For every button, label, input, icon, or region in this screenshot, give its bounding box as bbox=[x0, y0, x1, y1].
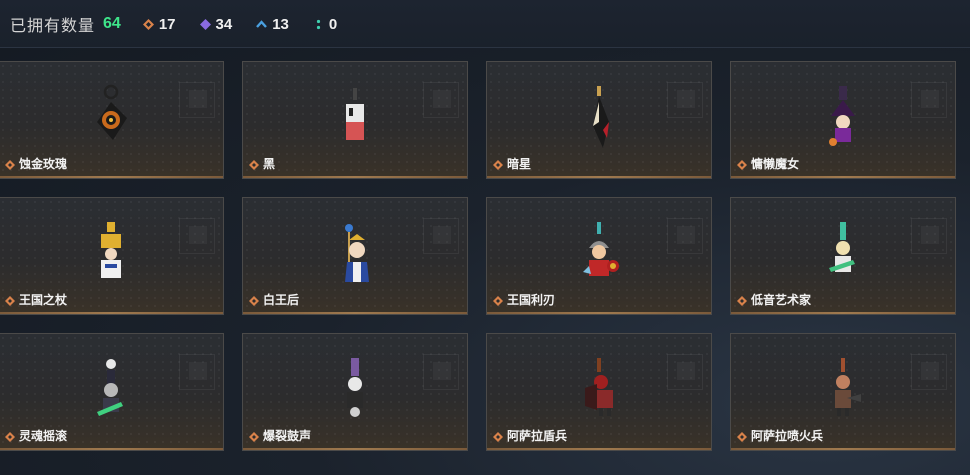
card-decoration bbox=[921, 362, 939, 380]
charm-kingdom-scepter-icon bbox=[101, 222, 121, 278]
stat-orange: 17 bbox=[142, 15, 176, 33]
card-bottom-border bbox=[487, 448, 711, 450]
charm-name: 慵懒魔女 bbox=[751, 157, 800, 171]
stat-teal-value: 0 bbox=[328, 15, 338, 33]
stat-blue-value: 13 bbox=[272, 15, 289, 33]
charm-name: 阿萨拉盾兵 bbox=[507, 429, 568, 443]
stat-blue: 13 bbox=[256, 16, 289, 33]
card-bottom-border bbox=[731, 448, 955, 450]
charm-card[interactable]: 白王后 bbox=[242, 197, 468, 315]
charm-burst-drum-icon bbox=[347, 358, 363, 417]
card-bottom-border bbox=[243, 448, 467, 450]
charm-card[interactable]: 阿萨拉盾兵 bbox=[486, 333, 712, 451]
charm-asara-flamethrower-icon bbox=[835, 358, 861, 416]
charm-black-icon bbox=[346, 88, 364, 140]
charm-card[interactable]: 慵懒魔女 bbox=[730, 61, 956, 179]
inventory-header: 已拥有数量 64 17 34 13 0 bbox=[0, 0, 970, 48]
card-bottom-border bbox=[487, 312, 711, 314]
card-bottom-border bbox=[487, 176, 711, 178]
charm-card[interactable]: 王国利刃 bbox=[486, 197, 712, 315]
card-decoration bbox=[677, 226, 695, 244]
card-bottom-border bbox=[0, 312, 223, 314]
card-decoration bbox=[433, 90, 451, 108]
rarity-icon bbox=[737, 432, 747, 442]
rarity-icon bbox=[5, 160, 15, 170]
card-decoration bbox=[677, 90, 695, 108]
card-decoration bbox=[921, 226, 939, 244]
charm-name: 低音艺术家 bbox=[751, 293, 812, 307]
charm-name: 黑 bbox=[263, 157, 276, 171]
purple-diamond-icon bbox=[199, 18, 211, 30]
charm-card[interactable]: 爆裂鼓声 bbox=[242, 333, 468, 451]
charm-rose-icon bbox=[97, 84, 127, 140]
charm-card[interactable]: 灵魂摇滚 bbox=[0, 333, 224, 451]
rarity-icon bbox=[5, 432, 15, 442]
rarity-icon bbox=[249, 432, 259, 442]
teal-dots-icon bbox=[313, 19, 324, 30]
card-bottom-border bbox=[243, 312, 467, 314]
rarity-icon bbox=[493, 432, 503, 442]
charm-card[interactable]: 低音艺术家 bbox=[730, 197, 956, 315]
charm-bass-artist-icon bbox=[829, 222, 855, 280]
charm-soul-rock-icon bbox=[97, 359, 123, 416]
rarity-icon bbox=[5, 296, 15, 306]
charm-name: 灵魂摇滚 bbox=[19, 429, 68, 443]
stat-purple: 34 bbox=[199, 15, 233, 33]
card-decoration bbox=[189, 226, 207, 244]
card-bottom-border bbox=[731, 312, 955, 314]
charm-name: 白王后 bbox=[263, 293, 300, 307]
stat-purple-value: 34 bbox=[215, 15, 233, 33]
card-bottom-border bbox=[0, 448, 223, 450]
charm-name: 蚀金玫瑰 bbox=[19, 157, 68, 171]
charm-lazy-witch-icon bbox=[829, 86, 855, 146]
charm-dark-star-icon bbox=[593, 86, 609, 148]
card-decoration bbox=[433, 362, 451, 380]
orange-diamond-icon bbox=[142, 18, 154, 30]
card-decoration bbox=[189, 362, 207, 380]
charm-card[interactable]: 王国之杖 bbox=[0, 197, 224, 315]
rarity-icon bbox=[493, 160, 503, 170]
charm-asara-shield-soldier-icon bbox=[585, 358, 613, 416]
card-bottom-border bbox=[0, 176, 223, 178]
charm-kingdom-blade-icon bbox=[583, 222, 619, 276]
charm-card[interactable]: 蚀金玫瑰 bbox=[0, 61, 224, 179]
card-bottom-border bbox=[731, 176, 955, 178]
rarity-icon bbox=[249, 160, 259, 170]
charm-white-queen-icon bbox=[345, 224, 369, 282]
stat-teal: 0 bbox=[313, 16, 337, 33]
charm-card[interactable]: 黑 bbox=[242, 61, 468, 179]
card-decoration bbox=[433, 226, 451, 244]
rarity-icon bbox=[493, 296, 503, 306]
stat-orange-value: 17 bbox=[158, 15, 176, 33]
card-bottom-border bbox=[243, 176, 467, 178]
card-decoration bbox=[189, 90, 207, 108]
charm-name: 王国之杖 bbox=[19, 293, 68, 307]
owned-count-label: 已拥有数量 bbox=[10, 18, 96, 35]
card-decoration bbox=[677, 362, 695, 380]
charm-name: 王国利刃 bbox=[507, 293, 556, 307]
charm-card[interactable]: 阿萨拉喷火兵 bbox=[730, 333, 956, 451]
charm-card[interactable]: 暗星 bbox=[486, 61, 712, 179]
owned-count-value: 64 bbox=[103, 15, 121, 32]
card-decoration bbox=[921, 90, 939, 108]
charm-name: 爆裂鼓声 bbox=[263, 429, 312, 443]
rarity-icon bbox=[249, 296, 259, 306]
rarity-icon bbox=[737, 160, 747, 170]
charm-name: 暗星 bbox=[507, 157, 532, 171]
blue-chevron-icon bbox=[256, 19, 268, 30]
rarity-icon bbox=[737, 296, 747, 306]
charm-name: 阿萨拉喷火兵 bbox=[751, 429, 824, 443]
